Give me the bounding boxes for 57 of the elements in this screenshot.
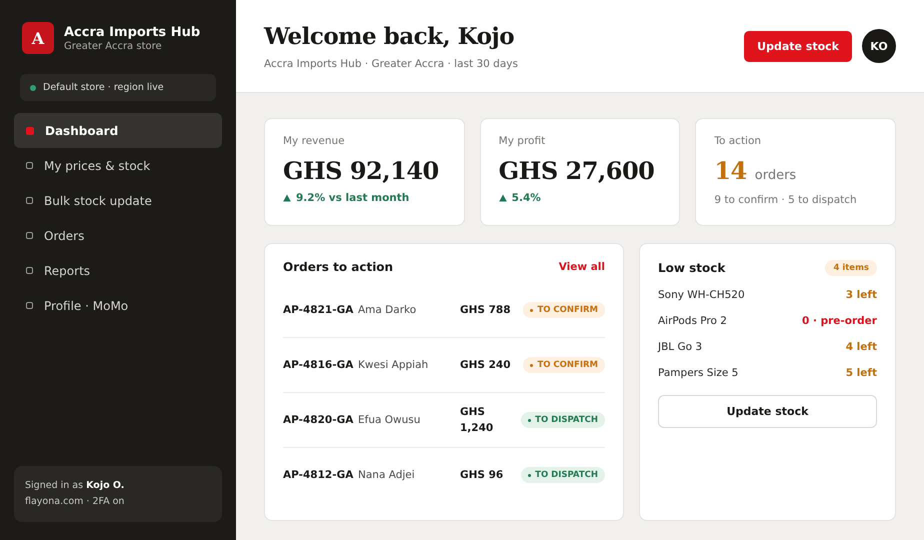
page-subtitle: Accra Imports Hub · Greater Accra · last 30 days bbox=[264, 58, 518, 70]
card-title: Orders to action bbox=[283, 260, 394, 274]
store-logo: A bbox=[22, 22, 54, 54]
update-stock-button[interactable]: Update stock bbox=[744, 30, 852, 62]
stock-level: 5 left bbox=[846, 367, 877, 379]
stock-level: 3 left bbox=[846, 289, 877, 301]
update-stock-button[interactable]: Update stock bbox=[658, 395, 877, 428]
store-subtitle: Greater Accra store bbox=[64, 40, 163, 52]
nav-item[interactable]: My prices & stock bbox=[14, 148, 222, 183]
stat-value: GHS 92,140 bbox=[283, 156, 440, 185]
order-amount: GHS 240 bbox=[460, 358, 512, 373]
nav-item[interactable]: Profile · MoMo bbox=[14, 288, 222, 323]
status-text: Default store · region live bbox=[43, 82, 164, 93]
view-all-link[interactable]: View all bbox=[558, 261, 605, 273]
order-id: AP-4812-GA bbox=[283, 468, 354, 483]
stat-label: My revenue bbox=[283, 135, 346, 147]
stat-value: GHS 27,600 bbox=[498, 156, 656, 185]
order-amount: GHS 1,240 bbox=[460, 405, 494, 436]
up-triangle-icon bbox=[498, 194, 507, 202]
up-triangle-icon bbox=[283, 194, 291, 202]
user-avatar[interactable]: KO bbox=[862, 29, 896, 63]
order-amount: GHS 788 bbox=[460, 303, 512, 318]
store-name: Accra Imports Hub bbox=[64, 24, 200, 40]
card-title: Low stock bbox=[658, 261, 726, 275]
product-name: Pampers Size 5 bbox=[658, 367, 738, 379]
customer-name: Kwesi Appiah bbox=[358, 359, 430, 371]
customer-name: Ama Darko bbox=[358, 304, 418, 316]
order-id: AP-4820-GA bbox=[283, 413, 354, 428]
order-id: AP-4821-GA bbox=[283, 303, 354, 318]
stat-detail: 9 to confirm · 5 to dispatch bbox=[714, 194, 858, 206]
customer-name: Efua Owusu bbox=[358, 414, 422, 426]
item-count-badge: 4 items bbox=[825, 260, 877, 276]
status-badge: TO DISPATCH bbox=[521, 467, 605, 483]
status-badge: TO DISPATCH bbox=[521, 412, 605, 428]
account-detail: flayona.com · 2FA on bbox=[25, 495, 126, 509]
nav-item[interactable]: Bulk stock update bbox=[14, 183, 222, 218]
stat-change: 9.2% vs last month bbox=[296, 192, 410, 204]
stat-label: To action bbox=[714, 135, 762, 147]
customer-name: Nana Adjei bbox=[358, 469, 416, 481]
status-badge: TO CONFIRM bbox=[523, 302, 605, 318]
stat-label: My profit bbox=[498, 135, 546, 147]
stat-unit: orders bbox=[754, 168, 796, 183]
product-name: Sony WH-CH520 bbox=[658, 289, 745, 301]
page-title: Welcome back, Kojo bbox=[264, 22, 516, 50]
nav-item[interactable]: Reports bbox=[14, 253, 222, 288]
nav-item[interactable]: Dashboard bbox=[14, 113, 222, 148]
order-id: AP-4816-GA bbox=[283, 358, 354, 373]
status-badge: TO CONFIRM bbox=[523, 357, 605, 373]
stat-change: 5.4% bbox=[512, 192, 541, 204]
nav-item[interactable]: Orders bbox=[14, 218, 222, 253]
stat-value: 14 bbox=[714, 156, 747, 185]
order-amount: GHS 96 bbox=[460, 468, 504, 483]
product-name: JBL Go 3 bbox=[658, 341, 702, 353]
stock-level: 4 left bbox=[846, 341, 877, 353]
product-name: AirPods Pro 2 bbox=[658, 315, 727, 327]
signed-in-text: Signed in as Kojo O. bbox=[25, 479, 126, 493]
stock-level: 0 · pre-order bbox=[802, 315, 877, 327]
